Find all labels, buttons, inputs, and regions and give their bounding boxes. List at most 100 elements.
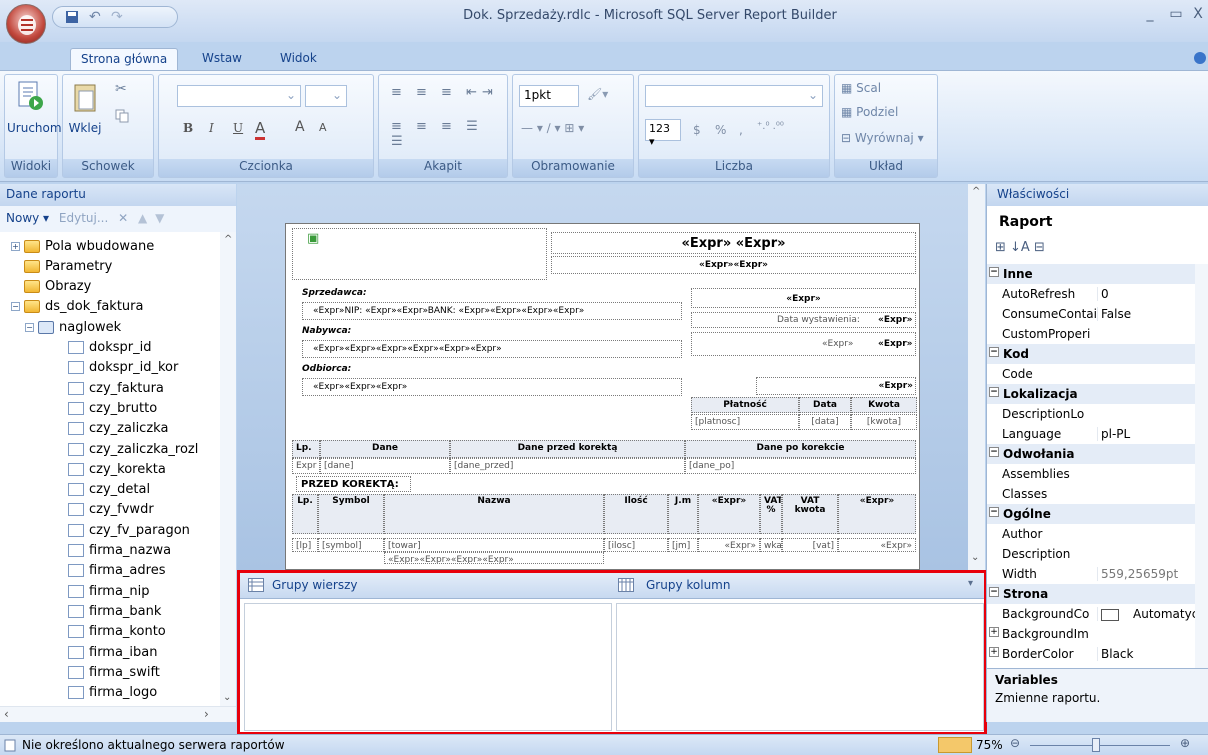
before-correction-label[interactable]: PRZED KOREKTĄ: [296,476,411,492]
tree-item-czy_zaliczka[interactable]: czy_zaliczka [68,419,168,439]
property-row[interactable]: Author [987,524,1195,544]
tree-item-czy_faktura[interactable]: czy_faktura [68,378,164,398]
expand-icon[interactable]: + [989,647,999,657]
correction-header-cell[interactable]: Lp. [292,440,320,458]
items-value-cell[interactable]: «Expr» [698,538,760,552]
collapse-icon[interactable]: − [11,302,20,312]
items-header-cell[interactable]: VAT kwota [782,494,838,534]
property-row[interactable]: DescriptionLo [987,404,1195,424]
property-value[interactable]: Automatyczn [1097,607,1195,621]
property-value[interactable]: 559,25659pt [1097,567,1195,581]
property-row[interactable]: Description [987,544,1195,564]
property-value[interactable]: pl-PL [1097,427,1195,441]
collapse-icon[interactable]: − [989,267,999,277]
bold-button[interactable]: B [183,121,193,135]
tab-view[interactable]: Widok [270,48,327,70]
edit-button[interactable]: Edytuj... [59,211,108,225]
correction-value-cell[interactable]: [dane_po] [685,458,916,474]
property-category[interactable]: − Inne [987,264,1195,284]
move-up-icon[interactable]: ▲ [138,211,147,225]
copy-icon[interactable] [115,109,129,123]
correction-header-cell[interactable]: Dane [320,440,450,458]
property-row[interactable]: ConsumeContai False [987,304,1195,324]
items-sub-cell[interactable]: «Expr»«Expr»«Expr»«Expr» [384,552,604,564]
tree-item-ds_dok_faktura[interactable]: − ds_dok_faktura [11,297,143,317]
tree-item-firma_adres[interactable]: firma_adres [68,561,165,581]
grouping-menu-chevron-icon[interactable]: ▾ [968,578,973,589]
italic-button[interactable]: I [209,121,214,135]
zoom-slider-thumb[interactable] [1092,738,1100,752]
payment-header-cell[interactable]: Data [799,397,851,413]
minimize-button[interactable]: _ [1140,6,1160,26]
collapse-icon[interactable]: − [989,447,999,457]
issue-date-row[interactable]: Data wystawienia: «Expr» [691,312,916,328]
collapse-icon[interactable]: − [989,507,999,517]
payment-value-cell[interactable]: [data] [799,414,851,430]
comma-button[interactable]: , [739,123,743,137]
percent-button[interactable]: % [715,123,726,137]
seller-value[interactable]: «Expr»NIP: «Expr»«Expr»BANK: «Expr»«Expr… [302,302,682,320]
zoom-slider[interactable] [1030,745,1170,746]
number-format-select[interactable]: ⌄ [645,85,823,107]
logo-image-box[interactable]: ▣ [292,228,547,280]
items-value-cell[interactable]: [vat] [782,538,838,552]
items-value-cell[interactable]: [jm] [668,538,698,552]
expand-icon[interactable]: + [989,627,999,637]
design-view-toggle[interactable] [938,737,972,753]
tree-item-firma_nip[interactable]: firma_nip [68,581,150,601]
right-expr[interactable]: «Expr» [691,288,916,308]
payment-value-cell[interactable]: [platnosc] [691,414,799,430]
split-button[interactable]: ▦ Podziel [841,105,898,119]
property-row[interactable]: Assemblies [987,464,1195,484]
items-header-cell[interactable]: «Expr» [838,494,916,534]
property-scrollbar[interactable] [1195,264,1208,668]
recipient-label[interactable]: Odbiorca: [302,364,682,378]
shrink-font-button[interactable]: A [319,121,327,134]
correction-table[interactable]: Lp. Dane Dane przed korektą Dane po korekci… [292,440,916,476]
scroll-right-icon[interactable]: › [204,707,209,721]
merge-button[interactable]: ▦ Scal [841,81,881,95]
font-size-select[interactable]: ⌄ [305,85,347,107]
collapse-icon[interactable]: − [989,387,999,397]
property-sort-buttons[interactable]: ⊞ ↓A ⊟ [995,240,1065,260]
maximize-button[interactable]: ▭ [1166,6,1186,26]
tree-item-firma_bank[interactable]: firma_bank [68,601,161,621]
report-subtitle[interactable]: «Expr»«Expr» [551,256,916,274]
close-button[interactable]: X [1188,6,1208,26]
payment-header-cell[interactable]: Płatność [691,397,799,413]
tree-item-dokspr_id_kor[interactable]: dokspr_id_kor [68,358,178,378]
property-row[interactable]: Classes [987,484,1195,504]
items-header-cell[interactable]: VAT % [760,494,782,534]
property-row[interactable]: Width 559,25659pt [987,564,1195,584]
tree-vertical-scrollbar[interactable]: ^ ⌄ [220,232,236,710]
border-width-select[interactable]: 1pkt [519,85,579,107]
number-format-button[interactable]: 123 ▾ [645,119,681,148]
run-icon[interactable] [17,81,45,111]
zoom-in-icon[interactable]: ⊕ [1180,736,1190,750]
payment-value-cell[interactable]: [kwota] [851,414,917,430]
property-row[interactable]: AutoRefresh 0 [987,284,1195,304]
tree-item-firma_logo[interactable]: firma_logo [68,683,157,703]
property-value[interactable]: Black [1097,647,1195,661]
align-button[interactable]: ⊟ Wyrównaj ▾ [841,131,924,145]
buyer-label[interactable]: Nabywca: [302,326,682,340]
collapse-icon[interactable]: − [989,587,999,597]
buyer-value[interactable]: «Expr»«Expr»«Expr»«Expr»«Expr»«Expr» [302,340,682,358]
property-category[interactable]: − Ogólne [987,504,1195,524]
decimal-buttons[interactable]: ⁺.⁰ .⁰⁰ [757,121,784,132]
items-header-cell[interactable]: Nazwa [384,494,604,534]
scroll-left-icon[interactable]: ‹ [4,707,9,721]
alignment-icons-bottom[interactable]: ≡ ≡ ≡ ☰ ☰ [391,119,507,149]
run-button[interactable]: Uruchom [7,121,62,135]
property-category[interactable]: − Odwołania [987,444,1195,464]
items-value-cell[interactable]: [ilosc] [604,538,668,552]
items-header-cell[interactable]: Lp. [292,494,318,534]
row-groups-area[interactable] [244,603,612,731]
scroll-down-icon[interactable]: ⌄ [971,552,979,563]
property-value[interactable]: False [1097,307,1195,321]
currency-button[interactable]: $ [693,123,701,137]
tree-item-Pola wbudowane[interactable]: + Pola wbudowane [11,236,154,256]
tree-item-Parametry[interactable]: Parametry [24,256,112,276]
alignment-icons-top[interactable]: ≡ ≡ ≡ ⇤⇥ [391,85,498,100]
font-color-button[interactable]: A [255,119,266,140]
